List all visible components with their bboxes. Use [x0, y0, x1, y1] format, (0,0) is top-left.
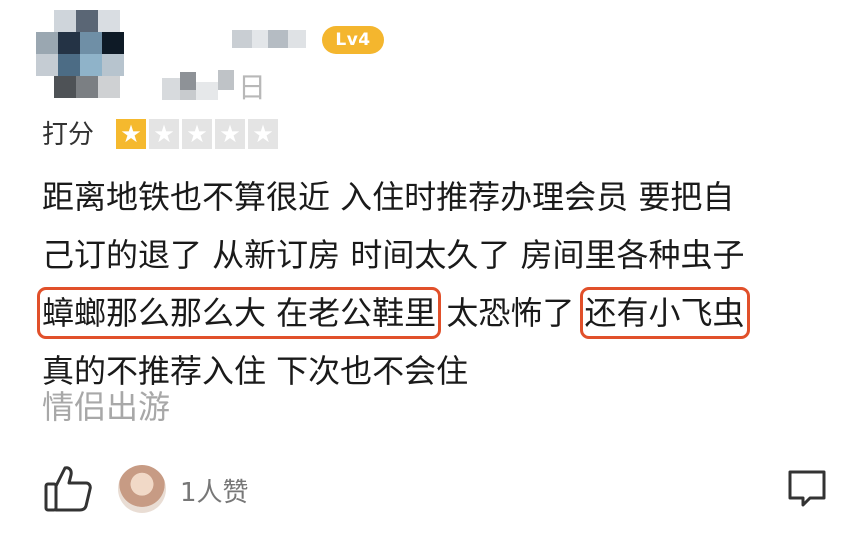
- star-icon: ★: [149, 119, 179, 149]
- highlighted-phrase: 蟑螂那么那么大 在老公鞋里: [37, 287, 442, 339]
- star-icon: ★: [248, 119, 278, 149]
- user-avatar[interactable]: [36, 10, 128, 102]
- username-redacted[interactable]: [232, 30, 306, 48]
- star-icon: ★: [215, 119, 245, 149]
- like-count[interactable]: 1人赞: [180, 472, 249, 509]
- review-segment: 己订的退了 从新订房 时间太久了 房间里各种虫子: [42, 236, 745, 274]
- level-badge: Lv4: [322, 26, 384, 54]
- star-icon: ★: [182, 119, 212, 149]
- star-icon: ★: [116, 119, 146, 149]
- thumbs-up-icon[interactable]: [42, 462, 94, 514]
- review-segment: 太恐怖了: [436, 294, 585, 332]
- rating-label: 打分: [42, 120, 95, 150]
- review-line: 己订的退了 从新订房 时间太久了 房间里各种虫子: [42, 226, 842, 284]
- rating-stars: ★ ★ ★ ★ ★: [116, 119, 278, 149]
- comment-icon[interactable]: [786, 468, 828, 510]
- review-line: 蟑螂那么那么大 在老公鞋里 太恐怖了 还有小飞虫: [37, 284, 842, 342]
- highlighted-phrase: 还有小飞虫: [579, 287, 750, 339]
- review-text: 距离地铁也不算很近 入住时推荐办理会员 要把自 己订的退了 从新订房 时间太久了 …: [37, 168, 842, 400]
- review-date-suffix: 日: [238, 71, 267, 104]
- trip-type-tag: 情侣出游: [42, 388, 171, 426]
- liker-avatar[interactable]: [118, 465, 166, 513]
- review-segment: 距离地铁也不算很近 入住时推荐办理会员 要把自: [42, 178, 735, 216]
- review-line: 距离地铁也不算很近 入住时推荐办理会员 要把自: [42, 168, 842, 226]
